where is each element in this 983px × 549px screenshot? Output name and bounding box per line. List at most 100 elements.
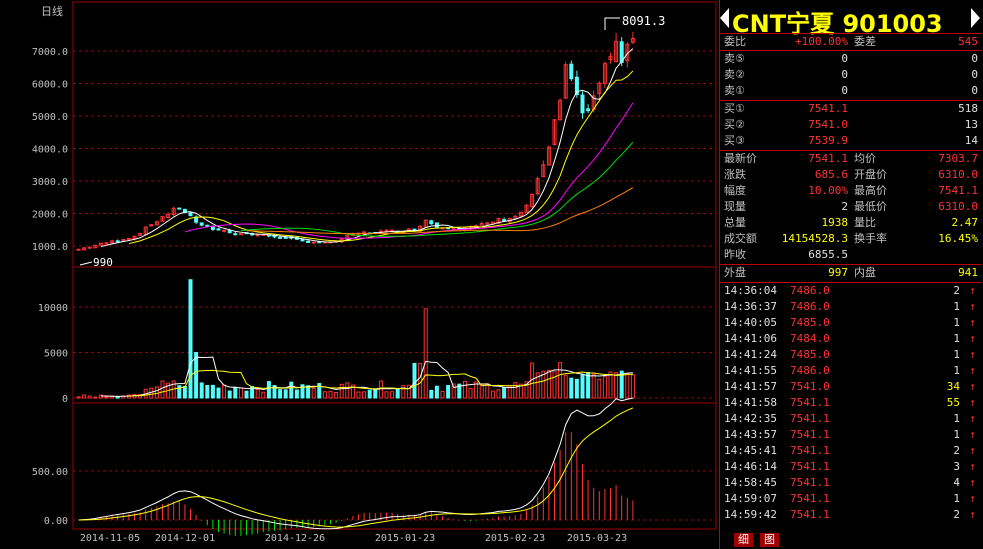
tick-up-arrow-icon: ↑ — [969, 444, 976, 457]
next-stock-arrow-icon[interactable] — [971, 8, 980, 28]
price-tick-label: 7000.0 — [32, 47, 68, 58]
bid-price: 7541.0 — [808, 118, 848, 131]
stat-value: 14154528.3 — [781, 232, 848, 245]
volume-bar — [328, 390, 333, 399]
tab-chart[interactable]: 图 — [760, 533, 779, 547]
kline-chart-area[interactable]: 7000.0 6000.0 5000.0 4000.0 3000.0 2000.0 1000… — [0, 0, 719, 549]
tick-time: 14:46:14 — [724, 460, 777, 473]
volume-bar — [558, 362, 563, 399]
volume-tick-label: 0 — [62, 394, 68, 405]
tick-row: 14:41:24 7485.0 1 ↑ — [720, 347, 982, 363]
volume-bar — [345, 382, 350, 399]
tick-up-arrow-icon: ↑ — [969, 316, 976, 329]
candle-body — [362, 231, 367, 234]
stat-label: 最新价 — [724, 152, 757, 165]
volume-ma10-line — [128, 369, 633, 397]
volume-bar — [87, 395, 92, 399]
tick-volume: 1 — [953, 316, 960, 329]
tab-detail[interactable]: 细 — [734, 533, 753, 547]
tick-row: 14:41:55 7486.0 1 ↑ — [720, 363, 982, 379]
candle-body — [76, 248, 81, 251]
candle-body — [311, 241, 316, 244]
bid-volume: 14 — [964, 134, 978, 147]
candle-body — [233, 233, 238, 236]
tick-volume: 1 — [953, 332, 960, 345]
tick-row: 14:40:05 7485.0 1 ↑ — [720, 315, 982, 331]
tick-time: 14:41:57 — [724, 380, 777, 393]
ma10-line — [128, 70, 634, 245]
volume-bar — [182, 385, 187, 399]
candle-body — [188, 212, 193, 217]
volume-bar — [93, 396, 98, 399]
tick-price: 7541.1 — [790, 492, 830, 505]
volume-bar — [373, 388, 378, 399]
date-label: 2015-02-23 — [485, 533, 545, 544]
price-tick-label: 4000.0 — [32, 145, 68, 156]
candle-body — [586, 108, 591, 112]
outer-label: 外盘 — [724, 266, 746, 279]
volume-bar — [216, 387, 221, 399]
stat-label: 量比 — [854, 216, 876, 229]
candle-body — [227, 230, 232, 234]
volume-bar — [160, 380, 165, 399]
bid-row: 买② 7541.0 13 — [720, 117, 982, 133]
inner-value: 941 — [958, 266, 978, 279]
candle-body — [216, 228, 221, 231]
wei-bi-label: 委比 — [724, 35, 746, 48]
tick-time: 14:40:05 — [724, 316, 777, 329]
tick-up-arrow-icon: ↑ — [969, 492, 976, 505]
volume-bar — [608, 371, 613, 399]
candle-body — [255, 234, 260, 237]
tick-volume: 1 — [953, 412, 960, 425]
ask-label: 卖② — [724, 68, 745, 81]
tick-time: 14:59:07 — [724, 492, 777, 505]
ask-row: 卖① 0 0 — [720, 83, 982, 99]
tick-volume: 1 — [953, 348, 960, 361]
tick-price: 7484.0 — [790, 332, 830, 345]
tick-time: 14:41:06 — [724, 332, 777, 345]
stat-label: 涨跌 — [724, 168, 746, 181]
kline-chart-canvas[interactable]: 7000.0 6000.0 5000.0 4000.0 3000.0 2000.0 1000… — [0, 0, 719, 549]
tick-time: 14:58:45 — [724, 476, 777, 489]
candle-body — [104, 242, 109, 245]
price-tick-label: 2000.0 — [32, 210, 68, 221]
volume-bar — [440, 390, 445, 399]
ask-volume: 0 — [971, 68, 978, 81]
volume-bar — [294, 389, 299, 399]
macd-dea-line — [78, 407, 634, 528]
volume-bar — [434, 385, 439, 399]
prev-stock-arrow-icon[interactable] — [720, 8, 729, 28]
date-label: 2014-12-01 — [155, 533, 215, 544]
stat-value: 6855.5 — [808, 248, 848, 261]
tick-row: 14:46:14 7541.1 3 ↑ — [720, 459, 982, 475]
ma5-line — [100, 48, 634, 248]
tick-row: 14:41:57 7541.0 34 ↑ — [720, 379, 982, 395]
stat-row: 成交额 14154528.3 换手率 16.45% — [720, 231, 982, 247]
tick-volume: 2 — [953, 508, 960, 521]
volume-bar — [244, 390, 249, 399]
stat-label: 昨收 — [724, 248, 746, 261]
bid-price: 7541.1 — [808, 102, 848, 115]
volume-bar — [194, 352, 199, 399]
outer-inner-row: 外盘 997 内盘 941 — [720, 265, 982, 281]
volume-bar — [462, 380, 467, 399]
bid-volume: 518 — [958, 102, 978, 115]
tick-price: 7485.0 — [790, 348, 830, 361]
date-label: 2015-03-23 — [567, 533, 627, 544]
tick-volume: 1 — [953, 492, 960, 505]
tick-time: 14:41:58 — [724, 396, 777, 409]
min-price-pointer — [79, 261, 93, 266]
tick-up-arrow-icon: ↑ — [969, 412, 976, 425]
volume-bar — [205, 384, 210, 399]
volume-bar — [625, 372, 630, 399]
bid-price: 7539.9 — [808, 134, 848, 147]
tick-time: 14:43:57 — [724, 428, 777, 441]
candle-body — [306, 240, 311, 244]
volume-bar — [496, 389, 501, 399]
tick-row: 14:45:41 7541.1 2 ↑ — [720, 443, 982, 459]
ma60-line — [246, 187, 634, 235]
stat-row: 昨收 6855.5 — [720, 247, 982, 263]
ask-price: 0 — [841, 84, 848, 97]
volume-bar — [384, 391, 389, 399]
price-tick-label: 6000.0 — [32, 80, 68, 91]
